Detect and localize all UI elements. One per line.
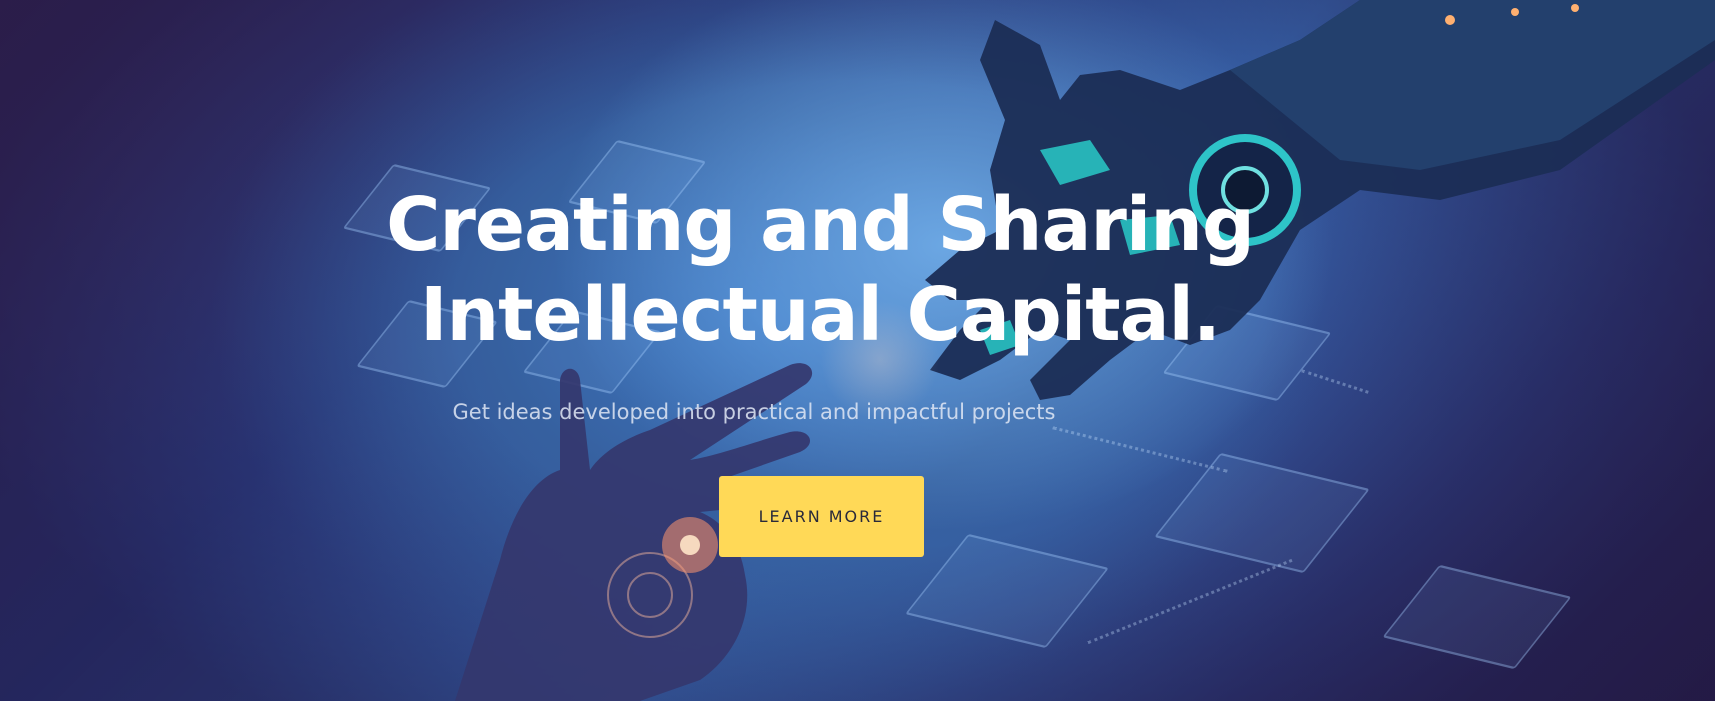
hero-section: Creating and Sharing Intellectual Capita… <box>0 0 1715 701</box>
hero-subtitle: Get ideas developed into practical and i… <box>452 400 1056 424</box>
hero-title-line-2: Intellectual Capital. <box>419 272 1221 358</box>
learn-more-button[interactable]: LEARN MORE <box>719 476 924 557</box>
hero-content: Creating and Sharing Intellectual Capita… <box>0 0 1715 701</box>
hero-title: Creating and Sharing Intellectual Capita… <box>0 180 1640 360</box>
hero-title-line-1: Creating and Sharing <box>386 182 1255 268</box>
